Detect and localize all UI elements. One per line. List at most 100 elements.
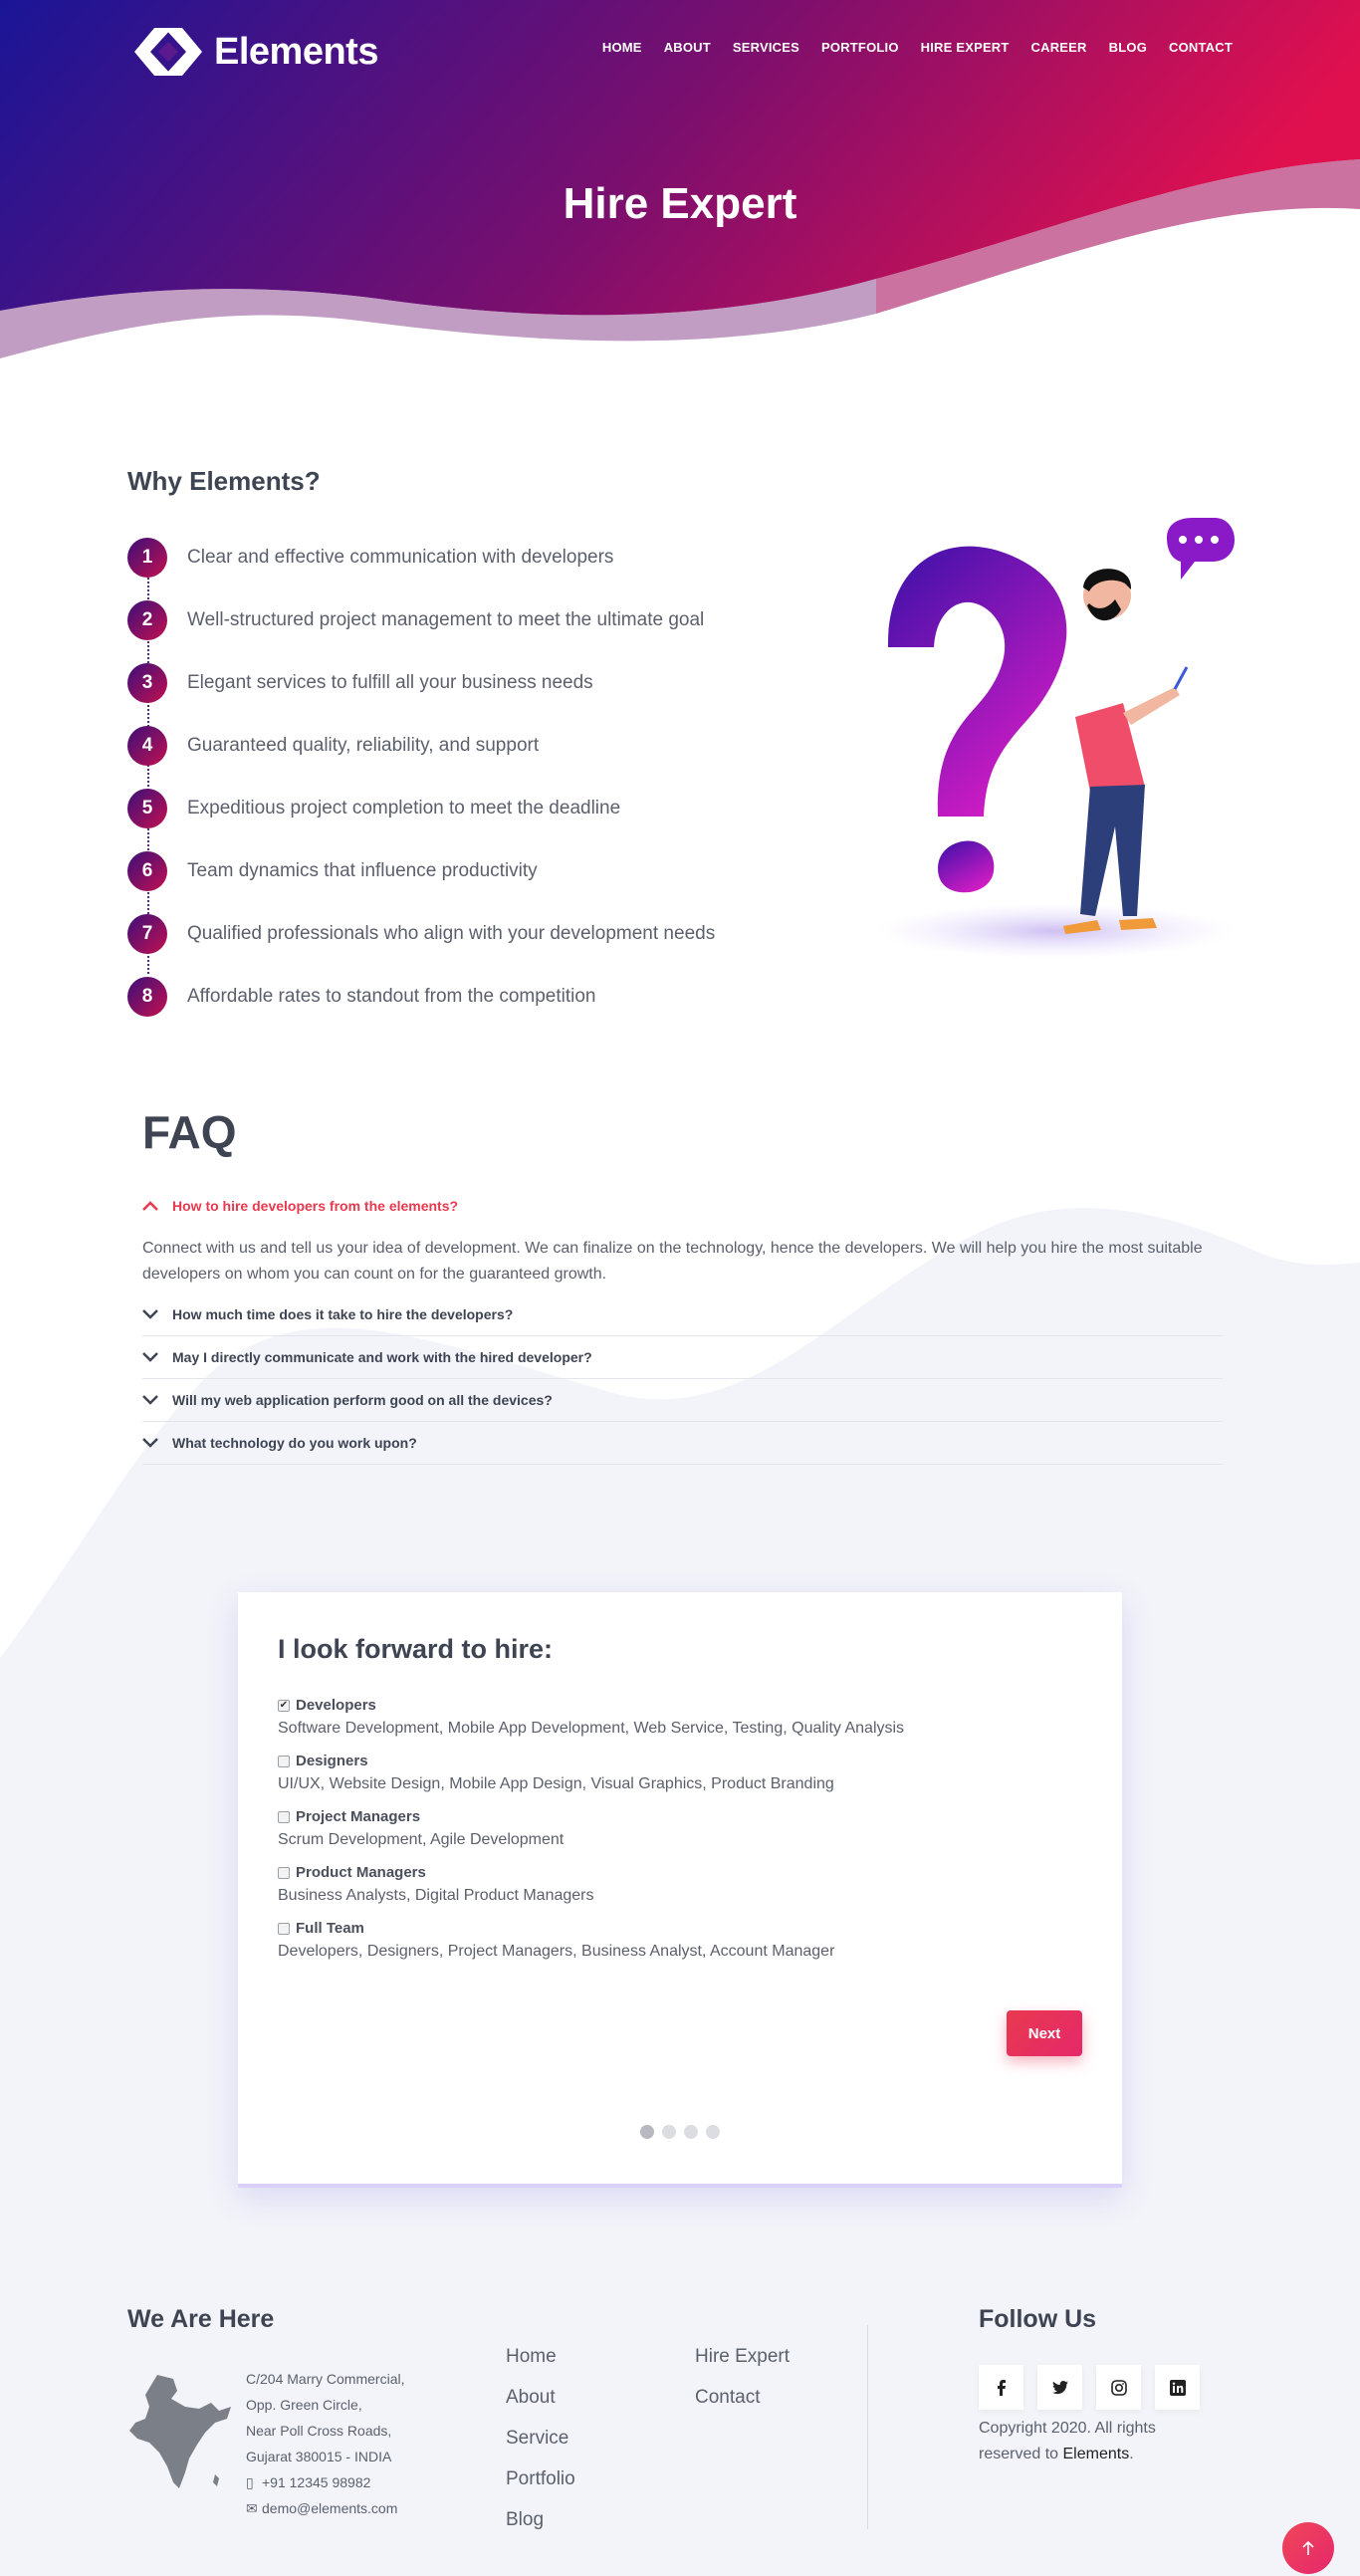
- brand-logo[interactable]: Elements: [132, 24, 378, 80]
- nav-services[interactable]: SERVICES: [733, 40, 799, 55]
- email-address: demo@elements.com: [262, 2500, 398, 2516]
- list-item: 1 Clear and effective communication with …: [127, 526, 785, 588]
- checkbox-product-managers[interactable]: [278, 1866, 290, 1879]
- option-description: Software Development, Mobile App Develop…: [278, 1720, 905, 1737]
- list-item-text: Well-structured project management to me…: [187, 608, 705, 630]
- step-dot[interactable]: [662, 2125, 676, 2139]
- step-number: 7: [127, 913, 167, 954]
- social-links: [979, 2365, 1200, 2410]
- option-description: UI/UX, Website Design, Mobile App Design…: [278, 1775, 834, 1792]
- option-description: Scrum Development, Agile Development: [278, 1831, 565, 1848]
- footer-link-contact[interactable]: Contact: [695, 2387, 760, 2408]
- list-item: 4 Guaranteed quality, reliability, and su…: [127, 714, 785, 777]
- faq-question: How to hire developers from the elements…: [172, 1198, 459, 1214]
- checkbox-developers[interactable]: ✔: [278, 1699, 290, 1712]
- hire-option-product-managers: Product Managers Business Analysts, Digi…: [278, 1864, 1054, 1905]
- phone-number: +91 12345 98982: [262, 2474, 371, 2490]
- faq-question-toggle[interactable]: What technology do you work upon?: [142, 1435, 1223, 1451]
- step-indicator: [238, 2125, 1122, 2139]
- main-nav: HOME ABOUT SERVICES PORTFOLIO HIRE EXPER…: [602, 40, 1233, 55]
- hire-options: ✔ Developers Software Development, Mobile…: [278, 1697, 1054, 1976]
- back-to-top-button[interactable]: [1282, 2522, 1334, 2574]
- step-number: 5: [127, 788, 167, 828]
- option-title: Developers: [296, 1697, 376, 1714]
- option-label[interactable]: Project Managers: [278, 1808, 1054, 1825]
- list-item-text: Guaranteed quality, reliability, and sup…: [187, 734, 540, 756]
- step-dot[interactable]: [684, 2125, 698, 2139]
- list-item: 5 Expeditious project completion to meet …: [127, 777, 785, 839]
- footer-links-col1: Home About Service Portfolio Blog: [506, 2336, 575, 2540]
- hire-option-project-managers: Project Managers Scrum Development, Agil…: [278, 1808, 1054, 1849]
- option-description: Developers, Designers, Project Managers,…: [278, 1943, 835, 1960]
- facebook-link[interactable]: [979, 2365, 1023, 2410]
- step-number: 4: [127, 725, 167, 766]
- step-number: 6: [127, 850, 167, 891]
- brand-name: Elements: [214, 30, 378, 73]
- step-number: 3: [127, 662, 167, 703]
- footer-link-portfolio[interactable]: Portfolio: [506, 2468, 575, 2489]
- facebook-icon: [997, 2379, 1006, 2396]
- phone-line[interactable]: ▯ +91 12345 98982: [246, 2469, 404, 2495]
- nav-blog[interactable]: BLOG: [1109, 40, 1147, 55]
- email-line[interactable]: ✉ demo@elements.com: [246, 2495, 404, 2521]
- faq-item: May I directly communicate and work with…: [142, 1336, 1223, 1379]
- hire-option-full-team: Full Team Developers, Designers, Project…: [278, 1920, 1054, 1961]
- linkedin-link[interactable]: [1155, 2365, 1200, 2410]
- logo-icon: [134, 28, 202, 76]
- nav-portfolio[interactable]: PORTFOLIO: [821, 40, 899, 55]
- nav-hire-expert[interactable]: HIRE EXPERT: [921, 40, 1010, 55]
- india-map-icon: [129, 2375, 231, 2488]
- nav-home[interactable]: HOME: [602, 40, 642, 55]
- faq-question: How much time does it take to hire the d…: [172, 1306, 514, 1322]
- list-item: 8 Affordable rates to standout from the c…: [127, 965, 785, 1028]
- faq-question: May I directly communicate and work with…: [172, 1349, 592, 1365]
- faq-question-toggle[interactable]: How much time does it take to hire the d…: [142, 1306, 1223, 1322]
- footer-links-col2: Hire Expert Contact: [695, 2336, 790, 2418]
- hire-option-developers: ✔ Developers Software Development, Mobile…: [278, 1697, 1054, 1738]
- nav-contact[interactable]: CONTACT: [1169, 40, 1233, 55]
- faq-question: Will my web application perform good on …: [172, 1392, 553, 1408]
- checkbox-full-team[interactable]: [278, 1922, 290, 1935]
- footer-link-about[interactable]: About: [506, 2387, 556, 2408]
- nav-career[interactable]: CAREER: [1031, 40, 1087, 55]
- faq-question-toggle[interactable]: Will my web application perform good on …: [142, 1392, 1223, 1408]
- faq-item: Will my web application perform good on …: [142, 1379, 1223, 1422]
- copyright-brand: Elements: [1062, 2446, 1130, 2462]
- follow-title: Follow Us: [979, 2305, 1097, 2333]
- chevron-down-icon: [142, 1309, 158, 1319]
- address-line: Near Poll Cross Roads,: [246, 2423, 392, 2439]
- address-line: C/204 Marry Commercial,: [246, 2371, 405, 2387]
- next-button[interactable]: Next: [1007, 2010, 1082, 2056]
- footer-link-service[interactable]: Service: [506, 2428, 568, 2449]
- instagram-link[interactable]: [1096, 2365, 1141, 2410]
- nav-about[interactable]: ABOUT: [664, 40, 711, 55]
- option-description: Business Analysts, Digital Product Manag…: [278, 1887, 594, 1904]
- hire-form-card: I look forward to hire: ✔ Developers Soft…: [238, 1592, 1122, 2188]
- footer-link-home[interactable]: Home: [506, 2346, 557, 2367]
- faq-question-toggle[interactable]: How to hire developers from the elements…: [142, 1198, 1223, 1214]
- copyright-suffix: .: [1129, 2446, 1134, 2462]
- option-label[interactable]: Full Team: [278, 1920, 1054, 1937]
- linkedin-icon: [1169, 2379, 1186, 2396]
- footer-link-blog[interactable]: Blog: [506, 2509, 544, 2530]
- checkbox-designers[interactable]: [278, 1755, 290, 1767]
- step-dot[interactable]: [706, 2125, 720, 2139]
- step-number: 2: [127, 599, 167, 640]
- footer-link-hire-expert[interactable]: Hire Expert: [695, 2346, 790, 2367]
- chevron-up-icon: [142, 1201, 158, 1211]
- twitter-link[interactable]: [1037, 2365, 1082, 2410]
- faq-question-toggle[interactable]: May I directly communicate and work with…: [142, 1349, 1223, 1365]
- option-title: Project Managers: [296, 1808, 421, 1825]
- option-label[interactable]: ✔ Developers: [278, 1697, 1054, 1714]
- list-item-text: Team dynamics that influence productivit…: [187, 859, 538, 881]
- list-item-text: Affordable rates to standout from the co…: [187, 985, 596, 1007]
- list-item-text: Elegant services to fulfill all your bus…: [187, 671, 593, 693]
- list-item: 3 Elegant services to fulfill all your bu…: [127, 651, 785, 714]
- option-label[interactable]: Product Managers: [278, 1864, 1054, 1881]
- option-title: Designers: [296, 1753, 368, 1769]
- step-dot[interactable]: [640, 2125, 654, 2139]
- option-label[interactable]: Designers: [278, 1753, 1054, 1769]
- phone-icon: ▯: [246, 2474, 254, 2490]
- list-item: 2 Well-structured project management to m…: [127, 588, 785, 651]
- checkbox-project-managers[interactable]: [278, 1810, 290, 1823]
